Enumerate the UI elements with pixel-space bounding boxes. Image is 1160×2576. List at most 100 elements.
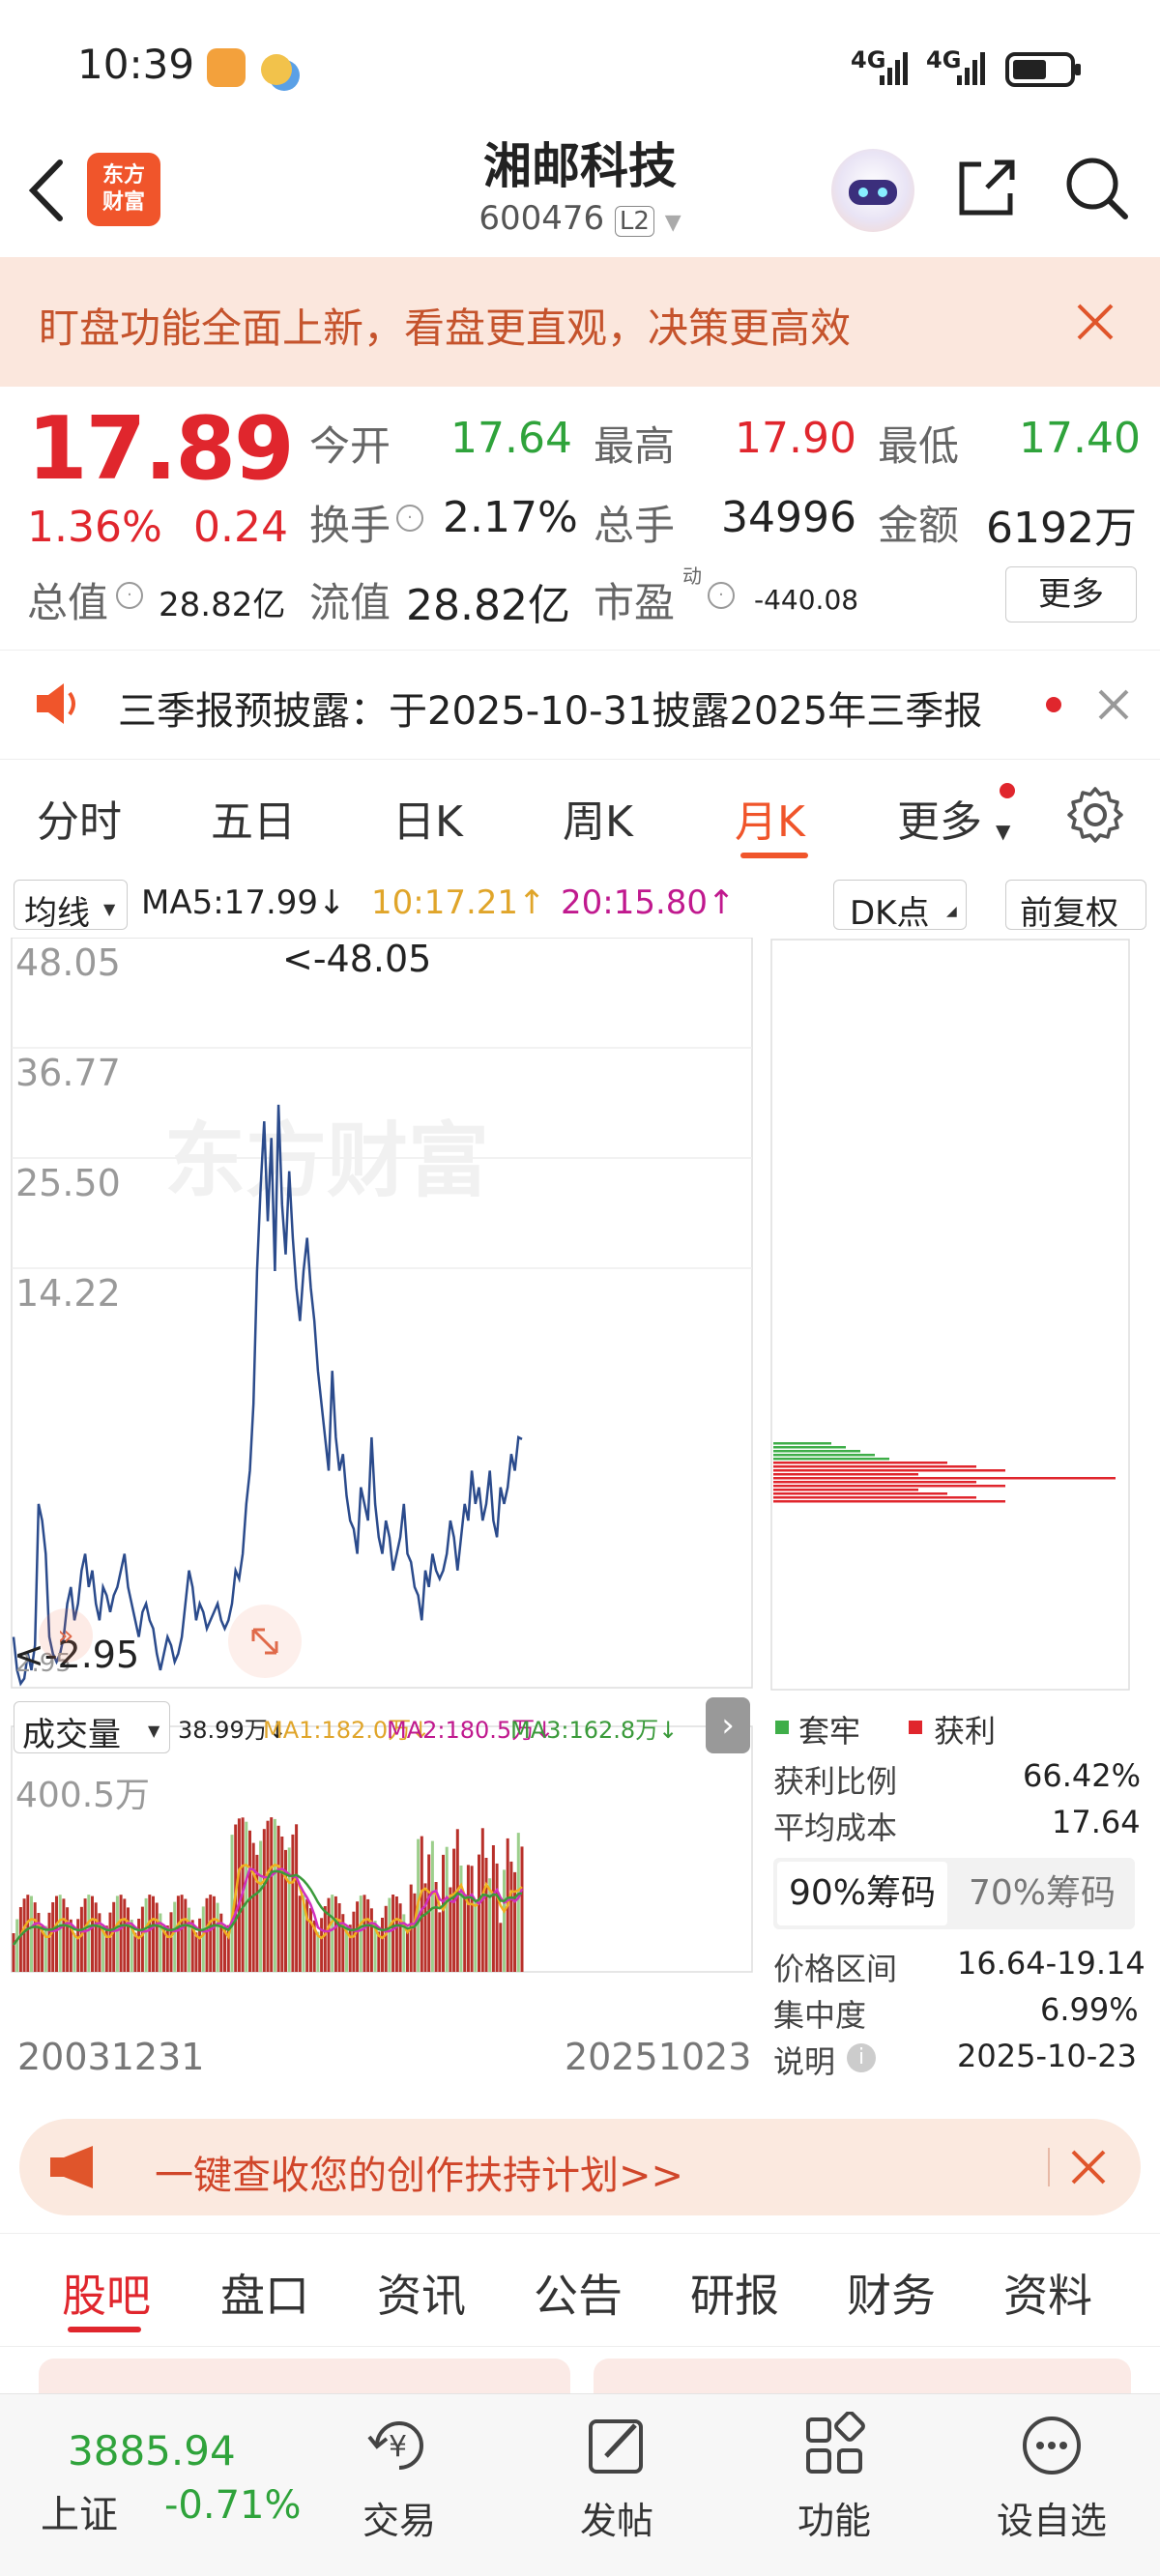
volume-bar xyxy=(26,1895,30,1972)
creator-plan-banner[interactable]: 一键查收您的创作扶持计划>> xyxy=(19,2119,1141,2215)
volume-bar xyxy=(270,1817,274,1972)
pe-label: 市盈 xyxy=(594,579,676,626)
volume-bar xyxy=(394,1896,398,1972)
dk-point-selector[interactable]: DK点 ◢ xyxy=(833,880,967,933)
app-logo[interactable]: 东方 财富 xyxy=(87,153,160,226)
volume-bar xyxy=(470,1866,474,1972)
functions-label: 功能 xyxy=(797,2500,871,2542)
chip-bar xyxy=(773,1462,947,1464)
share-icon[interactable] xyxy=(952,153,1022,226)
close-icon[interactable] xyxy=(1073,300,1117,348)
chart-period-tabs: 分时 五日 日K 周K 月K 更多 ▼ xyxy=(0,760,1160,875)
volume-bar xyxy=(276,1825,280,1972)
volume-bar xyxy=(316,1931,320,1972)
dk-label: DK点 xyxy=(850,894,930,933)
tab-announcements[interactable]: 公告 xyxy=(534,2261,623,2325)
volume-label: 成交量 xyxy=(22,1716,121,1754)
more-button[interactable]: 更多 xyxy=(1005,566,1137,622)
volume-bar xyxy=(51,1902,55,1972)
tab-forum[interactable]: 股吧 xyxy=(62,2261,151,2325)
volume-bar xyxy=(331,1895,334,1972)
settings-gear-icon[interactable] xyxy=(1065,785,1125,849)
volume-indicator-selector[interactable]: 成交量 ▼ xyxy=(14,1701,170,1754)
volume-bar xyxy=(251,1842,255,1972)
volume-bar xyxy=(337,1903,341,1972)
expand-arrow-icon[interactable]: › xyxy=(706,1697,750,1753)
volume-bar xyxy=(79,1906,83,1972)
volume-bar xyxy=(55,1896,58,1972)
info-icon[interactable]: · xyxy=(116,582,143,609)
close-icon[interactable] xyxy=(1069,2148,1108,2190)
info-icon[interactable]: i xyxy=(847,2043,876,2072)
index-name: 上证 xyxy=(41,2493,118,2537)
chip-bar xyxy=(773,1500,1005,1503)
tab-more[interactable]: 更多 xyxy=(897,787,982,849)
fullscreen-expand-icon[interactable] xyxy=(228,1605,302,1678)
adjust-mode-button[interactable]: 前复权 xyxy=(1005,880,1146,933)
tab-70-chip[interactable]: 70%筹码 xyxy=(957,1862,1127,1925)
feature-banner[interactable]: 盯盘功能全面上新，看盘更直观，决策更高效 xyxy=(0,257,1160,387)
volume-bar xyxy=(503,1869,506,1972)
kline-svg[interactable]: 东方财富 xyxy=(0,938,764,2088)
tab-five-day[interactable]: 五日 xyxy=(211,787,296,849)
tab-news[interactable]: 资讯 xyxy=(377,2261,466,2325)
y-tick-label: 14.22 xyxy=(15,1272,121,1315)
tab-finance[interactable]: 财务 xyxy=(847,2261,936,2325)
open-label: 今开 xyxy=(309,422,392,470)
info-icon[interactable]: · xyxy=(708,582,735,609)
tab-research[interactable]: 研报 xyxy=(690,2261,779,2325)
chip-bar xyxy=(773,1489,918,1491)
stock-title-block[interactable]: 湘邮科技 600476 L2 ▼ xyxy=(387,135,773,245)
tab-weekly-k[interactable]: 周K xyxy=(563,787,633,849)
stock-name: 湘邮科技 xyxy=(483,138,677,194)
volume-bar xyxy=(169,1912,173,1972)
low-label: 最低 xyxy=(878,422,960,470)
speaker-icon xyxy=(33,680,87,732)
volume-bar xyxy=(15,1919,19,1972)
volume-value: 34996 xyxy=(721,493,856,542)
volume-bar xyxy=(499,1923,503,1972)
functions-button[interactable]: 功能 xyxy=(757,2394,912,2576)
volume-bar xyxy=(198,1918,202,1972)
close-icon[interactable] xyxy=(1096,687,1131,726)
tab-90-chip[interactable]: 90%筹码 xyxy=(777,1862,947,1925)
tab-profile[interactable]: 资料 xyxy=(1003,2261,1092,2325)
volume-bar xyxy=(123,1898,127,1972)
volume-bar xyxy=(188,1907,190,1972)
ma-selector[interactable]: 均线 ▼ xyxy=(14,880,128,933)
chip-range-tabs: 90%筹码 70%筹码 xyxy=(773,1858,1135,1929)
date-start-label: 20031231 xyxy=(17,2036,205,2078)
post-button[interactable]: 发帖 xyxy=(539,2394,694,2576)
chip-distribution-svg[interactable] xyxy=(769,938,1133,1692)
tab-daily-k[interactable]: 日K xyxy=(392,787,463,849)
tab-orderbook[interactable]: 盘口 xyxy=(220,2261,309,2325)
search-icon[interactable] xyxy=(1061,153,1131,226)
robot-assistant-icon[interactable] xyxy=(831,149,914,232)
tab-intraday[interactable]: 分时 xyxy=(37,787,122,849)
trade-button[interactable]: ¥ 交易 xyxy=(322,2394,477,2576)
turnover-label: 换手 xyxy=(309,502,392,549)
volume-bar xyxy=(463,1894,467,1972)
float-label: 流值 xyxy=(309,579,392,626)
volume-bar xyxy=(384,1905,388,1972)
announcement-bar[interactable]: 三季报预披露：于2025-10-31披露2025年三季报 xyxy=(0,650,1160,760)
tab-monthly-k[interactable]: 月K xyxy=(735,787,805,849)
dropdown-triangle-icon: ▼ xyxy=(103,900,116,918)
index-ticker[interactable]: 3885.94 上证 -0.71% xyxy=(39,2427,309,2553)
ma10-value: 10:17.21↑ xyxy=(371,883,546,922)
info-icon[interactable]: · xyxy=(396,505,423,532)
back-icon[interactable] xyxy=(21,157,72,228)
volume-bar xyxy=(216,1902,219,1972)
volume-bar xyxy=(140,1906,144,1972)
volume-bar xyxy=(356,1901,360,1972)
volume-bar xyxy=(201,1906,205,1972)
stock-header: 东方 财富 湘邮科技 600476 L2 ▼ xyxy=(0,135,1160,257)
volume-bar xyxy=(348,1925,352,1972)
volume-bar xyxy=(176,1896,180,1972)
volume-bar xyxy=(212,1896,216,1972)
logo-text-1: 东方 xyxy=(102,163,145,188)
add-watchlist-button[interactable]: 设自选 xyxy=(974,2394,1129,2576)
volume-bar xyxy=(509,1861,513,1972)
back-to-left-icon[interactable]: » xyxy=(39,1608,93,1663)
active-tab-indicator xyxy=(68,2327,141,2332)
